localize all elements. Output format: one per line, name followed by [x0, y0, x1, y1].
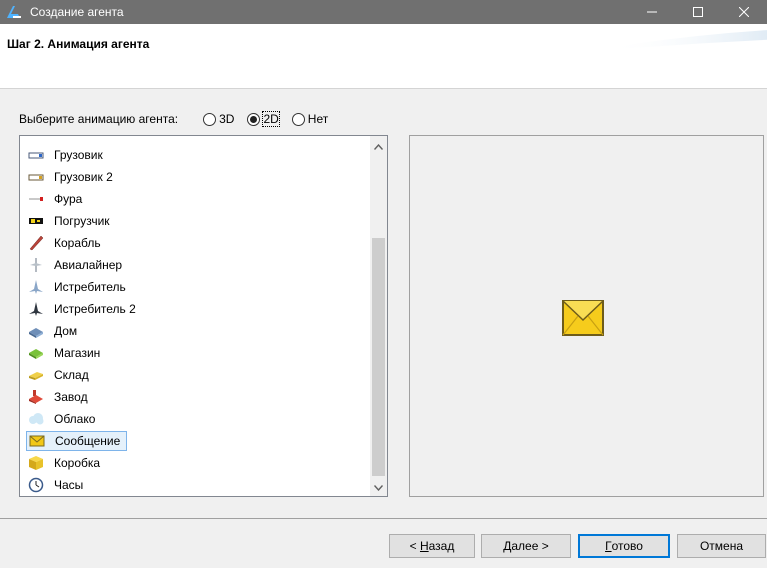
list-item-label: Облако — [54, 412, 96, 426]
list-item[interactable]: Грузовик 2 — [26, 167, 119, 187]
animation-list-items: Грузовик Грузовик 2 Фура Погрузчик Кораб… — [20, 136, 371, 496]
cancel-button-label: Отмена — [699, 539, 744, 553]
truck-2-icon — [28, 169, 44, 185]
cloud-icon — [28, 411, 44, 427]
scroll-up-button[interactable] — [370, 138, 387, 155]
list-item[interactable]: Часы — [26, 475, 89, 495]
factory-icon — [28, 389, 44, 405]
scroll-thumb[interactable] — [372, 238, 385, 476]
list-item[interactable]: Авиалайнер — [26, 255, 128, 275]
list-item[interactable]: Фура — [26, 189, 88, 209]
list-item[interactable]: Коробка — [26, 453, 106, 473]
chevron-down-icon — [374, 484, 383, 491]
back-button[interactable]: < Назад — [389, 534, 475, 558]
list-item-label: Часы — [54, 478, 84, 492]
minimize-button[interactable] — [629, 0, 675, 24]
list-item-label: Истребитель 2 — [54, 302, 136, 316]
list-item-label: Склад — [54, 368, 89, 382]
next-button-rest: алее > — [511, 539, 549, 553]
list-item[interactable]: Облако — [26, 409, 101, 429]
minimize-icon — [647, 11, 657, 13]
radio-none-dot[interactable] — [291, 112, 305, 126]
list-item-label: Грузовик — [54, 148, 103, 162]
list-item[interactable]: Завод — [26, 387, 94, 407]
radio-2d-label[interactable]: 2D — [262, 111, 280, 127]
list-item[interactable]: Истребитель — [26, 277, 132, 297]
animation-preview — [409, 135, 764, 497]
list-item-label: Погрузчик — [54, 214, 110, 228]
radio-none-label[interactable]: Нет — [308, 112, 328, 126]
maximize-button[interactable] — [675, 0, 721, 24]
partial-item-icon — [28, 135, 44, 138]
list-item-label: Грузовик 2 — [54, 170, 113, 184]
fighter-jet-icon — [28, 279, 44, 295]
list-item[interactable]: Склад — [26, 365, 95, 385]
cancel-button[interactable]: Отмена — [677, 534, 766, 558]
title-bar[interactable]: Создание агента — [0, 0, 767, 24]
list-item-label: Корабль — [54, 236, 101, 250]
list-item-label: Магазин — [54, 346, 101, 360]
ship-icon — [28, 235, 44, 251]
list-item-label: Истребитель — [54, 280, 126, 294]
back-button-key: Н — [419, 539, 429, 553]
list-item[interactable]: Корабль — [26, 233, 107, 253]
back-button-prefix: < — [409, 539, 420, 553]
list-item-label: Коробка — [54, 456, 101, 470]
animation-selector: Выберите анимацию агента: 3D 2D Нет — [19, 110, 341, 128]
house-icon — [28, 323, 44, 339]
chevron-up-icon — [374, 143, 383, 150]
radio-3d[interactable]: 3D — [203, 112, 234, 126]
close-icon — [739, 7, 749, 17]
animation-list[interactable]: Грузовик Грузовик 2 Фура Погрузчик Кораб… — [19, 135, 388, 497]
envelope-preview-icon — [562, 300, 604, 336]
animation-label: Выберите анимацию агента: — [19, 112, 179, 126]
done-button[interactable]: Готово — [578, 534, 670, 558]
list-item-label: Фура — [54, 192, 83, 206]
list-item[interactable]: Погрузчик — [26, 211, 116, 231]
radio-2d[interactable]: 2D — [247, 111, 280, 127]
scroll-down-button[interactable] — [370, 479, 387, 496]
list-item-label: Завод — [54, 390, 88, 404]
list-item[interactable]: Дом — [26, 321, 83, 341]
app-logo-icon — [7, 6, 21, 18]
envelope-icon — [29, 433, 45, 449]
truck-icon — [28, 147, 44, 163]
maximize-icon — [693, 7, 703, 17]
header-decoration — [607, 30, 767, 50]
list-item-label: Авиалайнер — [54, 258, 123, 272]
airliner-icon — [28, 257, 44, 273]
forklift-icon — [28, 213, 44, 229]
list-item[interactable]: Истребитель 2 — [26, 299, 142, 319]
wizard-header: Шаг 2. Анимация агента — [0, 24, 767, 89]
warehouse-icon — [28, 367, 44, 383]
list-item[interactable]: Магазин — [26, 343, 106, 363]
done-button-rest: отово — [611, 539, 643, 553]
next-button[interactable]: Далее > — [481, 534, 571, 558]
list-item-label: Сообщение — [55, 434, 121, 448]
clock-icon — [28, 477, 44, 493]
radio-2d-dot[interactable] — [247, 112, 261, 126]
box-icon — [28, 455, 44, 471]
window-title: Создание агента — [30, 5, 124, 19]
list-item[interactable]: Грузовик — [26, 145, 109, 165]
radio-none[interactable]: Нет — [291, 112, 328, 126]
next-button-key: Д — [503, 539, 512, 553]
step-title: Шаг 2. Анимация агента — [7, 37, 150, 51]
semi-truck-icon — [28, 191, 44, 207]
back-button-rest: азад — [428, 539, 455, 553]
radio-3d-dot[interactable] — [203, 112, 217, 126]
radio-3d-label[interactable]: 3D — [219, 112, 234, 126]
list-item-label: Дом — [54, 324, 78, 338]
shop-icon — [28, 345, 44, 361]
close-button[interactable] — [721, 0, 767, 24]
footer-divider — [0, 518, 767, 519]
fighter-jet-2-icon — [28, 301, 44, 317]
list-item-selected[interactable]: Сообщение — [26, 431, 128, 451]
list-scrollbar[interactable] — [370, 136, 387, 496]
